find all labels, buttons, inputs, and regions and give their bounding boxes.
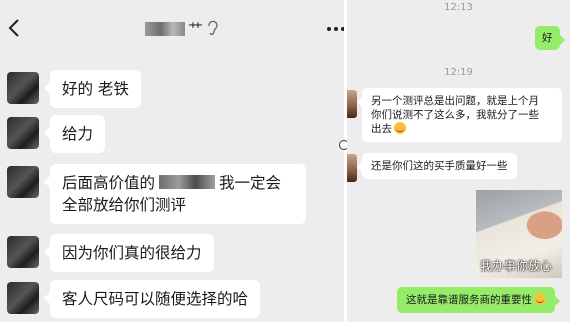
sender-avatar[interactable]: [347, 154, 357, 182]
message-bubble[interactable]: 给力: [43, 115, 106, 153]
grin-emoji-icon: [534, 293, 546, 305]
message-text: 全部放给你们测评: [62, 196, 187, 214]
contact-name-redacted: [145, 22, 185, 36]
message-text: 给力: [62, 125, 94, 143]
sender-avatar[interactable]: [7, 72, 39, 104]
message-text: 因为你们真的很给力: [62, 244, 202, 262]
earpiece-mode-icon: [208, 20, 218, 35]
message-bubble[interactable]: 另一个测评总是出问题，就是上个月 你们说测不了这么多，我就分了一些 出去: [357, 88, 562, 142]
message-bubble[interactable]: 好的 老铁: [44, 70, 141, 108]
message-text: 出去: [371, 123, 392, 135]
sender-avatar[interactable]: [7, 166, 39, 198]
back-arrow-icon[interactable]: [6, 16, 22, 40]
photo-caption: 我办事你放心: [480, 259, 553, 273]
timestamp: 12:13: [444, 2, 473, 13]
sender-avatar[interactable]: [7, 282, 39, 314]
message-text: 我一定会: [219, 174, 282, 192]
timestamp: 12:19: [444, 67, 473, 78]
message-text: 好的 老铁: [62, 80, 129, 98]
message-text: 你们说测不了这么多，我就分了一些: [371, 109, 539, 121]
message-bubble[interactable]: 因为你们真的很给力: [44, 234, 214, 272]
message-bubble[interactable]: 后面高价值的 我一定会 全部放给你们测评: [44, 164, 306, 224]
message-text: 这就是靠谱服务商的重要性: [406, 294, 532, 306]
message-text: 好: [542, 32, 553, 44]
grin-emoji-icon: [394, 122, 406, 134]
message-text: 客人尺码可以随便选择的哈: [62, 290, 249, 308]
message-text: 后面高价值的: [62, 174, 156, 192]
chat-header: 艹: [0, 0, 344, 56]
right-chat-panel: 12:13 好 12:19 另一个测评总是出问题，就是上个月 你们说测不了这么多…: [347, 0, 570, 322]
sent-message-bubble[interactable]: 好: [535, 26, 564, 50]
message-bubble[interactable]: 客人尺码可以随便选择的哈: [43, 280, 261, 318]
more-options-icon[interactable]: [326, 26, 344, 32]
sender-avatar[interactable]: [7, 236, 39, 268]
contact-name-fragment: 艹: [188, 20, 204, 38]
message-text: 还是你们这的买手质量好一些: [371, 160, 508, 172]
photo-message[interactable]: 我办事你放心: [476, 190, 562, 278]
message-text: 另一个测评总是出问题，就是上个月: [371, 95, 539, 107]
sender-avatar[interactable]: [347, 90, 357, 118]
left-chat-panel: 艹 好的 老铁 给力 后面高价值的 我一定会 全部放给你们测评 因为你们真的很给力…: [0, 0, 344, 322]
redacted-text: [159, 175, 216, 189]
sender-avatar[interactable]: [7, 117, 39, 149]
sent-message-bubble[interactable]: 这就是靠谱服务商的重要性: [397, 287, 560, 313]
message-bubble[interactable]: 还是你们这的买手质量好一些: [357, 153, 517, 179]
